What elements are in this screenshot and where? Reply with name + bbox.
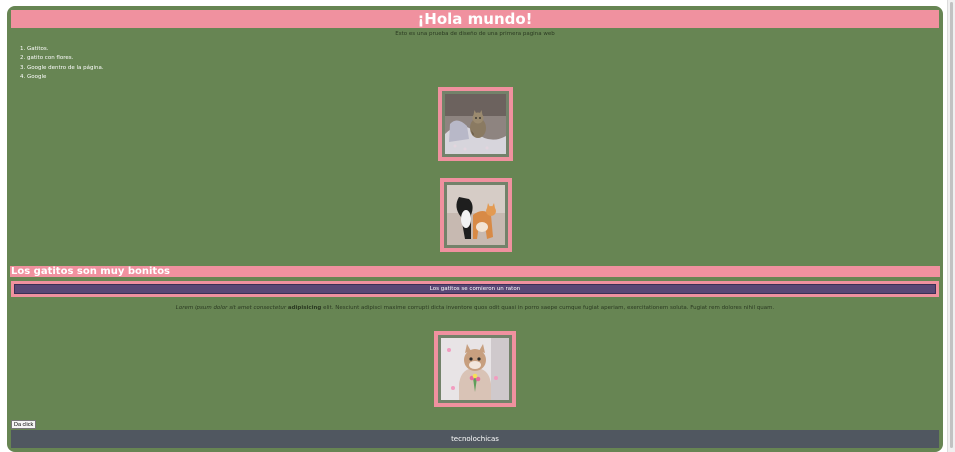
list-item[interactable]: 3. Google dentro de la página.: [20, 64, 104, 73]
two-cats-picture: [447, 185, 505, 245]
kitten-with-flowers-frame: [434, 331, 516, 407]
page-container: ¡Hola mundo! Esto es una prueba de diseñ…: [7, 6, 943, 452]
lorem-text: elit. Nesciunt adipisci maxime corrupti …: [321, 305, 775, 311]
click-button[interactable]: Da click: [11, 420, 37, 429]
lorem-paragraph: Lorem ipsum dolor sit amet consectetur a…: [7, 304, 943, 312]
page-subtitle: Esto es una prueba de diseño de una prim…: [395, 31, 555, 37]
list-item: 1. Gatitos.: [20, 46, 49, 52]
list-item: 2. gatito con flores.: [20, 55, 74, 62]
kitten-on-bed-image: [445, 94, 506, 154]
kitten-on-bed-picture: [445, 94, 506, 154]
scrollbar-thumb[interactable]: [950, 2, 953, 448]
ordered-list: 1. Gatitos. 2. gatito con flores. 3. Goo…: [20, 45, 104, 82]
page-title: ¡Hola mundo!: [11, 10, 939, 28]
kitten-with-flowers-picture: [441, 338, 509, 400]
footer: tecnolochicas: [11, 430, 939, 448]
event-container: Los gatitos se comieron un raton: [11, 281, 939, 297]
two-cats-frame: [440, 178, 512, 252]
list-item[interactable]: 4. Google: [20, 73, 104, 82]
kitten-on-bed-frame: [438, 87, 513, 161]
kitten-with-flowers-image: [441, 338, 509, 400]
lorem-italic-text: Lorem ipsum dolor sit amet consectetur: [175, 305, 288, 311]
section-heading: Los gatitos son muy bonitos: [10, 266, 940, 277]
vertical-scrollbar[interactable]: [947, 0, 955, 452]
lorem-bold-text: adipisicing: [287, 305, 322, 311]
two-cats-image: [447, 185, 505, 245]
event-text[interactable]: Los gatitos se comieron un raton: [14, 284, 936, 294]
